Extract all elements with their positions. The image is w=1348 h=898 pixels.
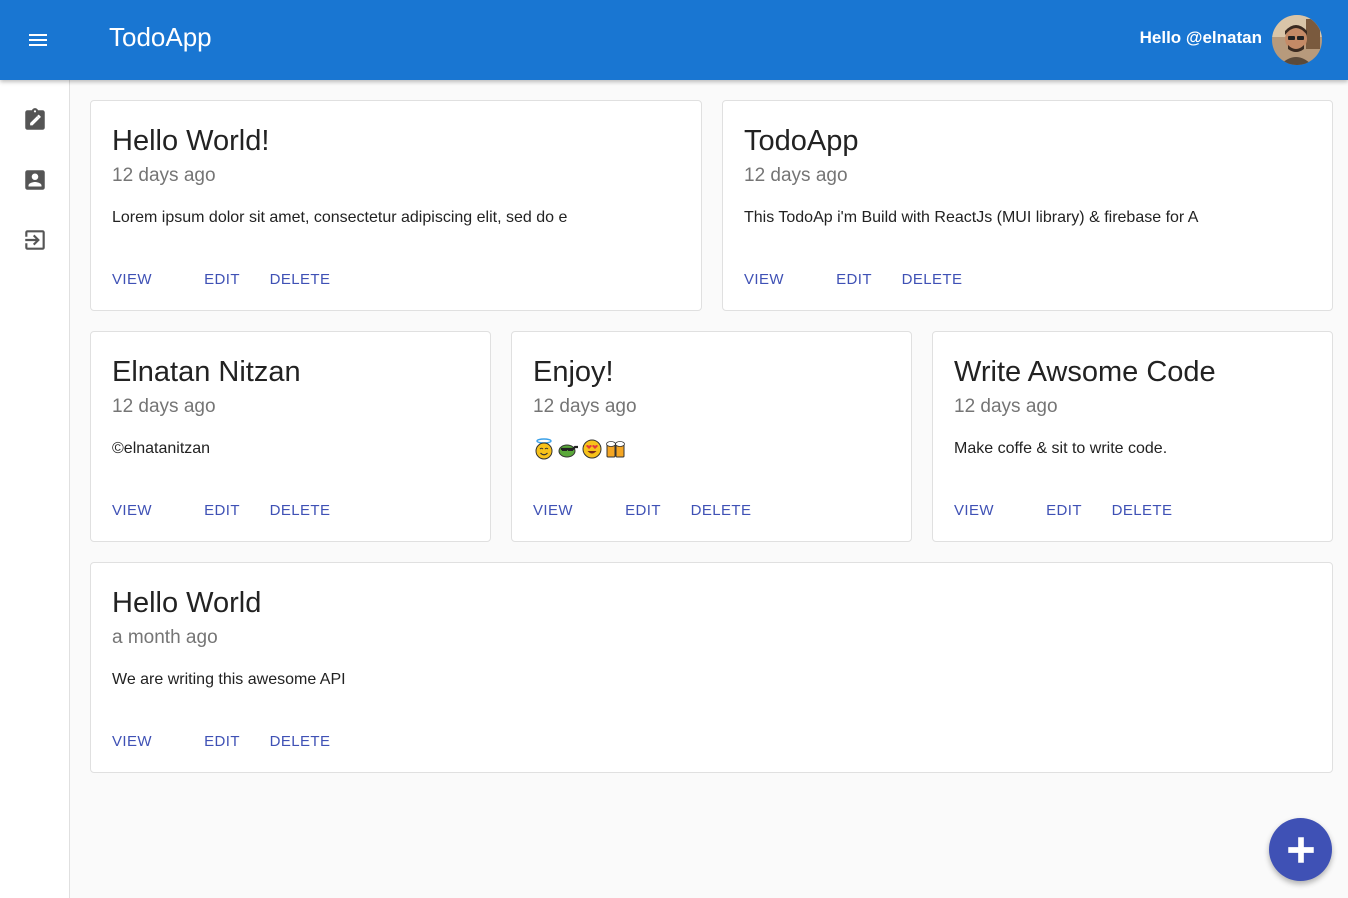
todo-body: ©elnatanitzan [112,440,211,457]
delete-button[interactable]: DELETE [897,267,967,292]
smiling-face-with-halo-icon [535,438,553,460]
todo-date: a month ago [112,627,218,648]
beer-mugs-icon [606,441,625,458]
view-button[interactable]: VIEW [947,498,1001,523]
view-button[interactable]: VIEW [105,498,159,523]
todo-actions: VIEW EDIT DELETE [105,729,335,754]
view-button[interactable]: VIEW [526,498,580,523]
todo-date: 12 days ago [112,396,216,417]
sidebar-item-todos[interactable] [0,90,69,150]
delete-button[interactable]: DELETE [265,498,335,523]
todo-body: This TodoAp i'm Build with ReactJs (MUI … [744,209,1199,226]
delete-button[interactable]: DELETE [265,267,335,292]
todo-card: Write Awsome Code 12 days ago Make coffe… [932,331,1333,542]
todo-title: Hello World [112,587,262,619]
assignment-edit-icon [24,108,45,130]
todo-title: TodoApp [744,125,859,157]
edit-button[interactable]: EDIT [616,498,670,523]
sidebar-item-logout[interactable] [0,210,69,270]
todo-actions: VIEW EDIT DELETE [526,498,756,523]
edit-button[interactable]: EDIT [1037,498,1091,523]
logout-icon [24,230,45,250]
edit-button[interactable]: EDIT [195,729,249,754]
side-drawer [0,80,70,898]
todo-body: We are writing this awesome API [112,671,346,688]
todo-actions: VIEW EDIT DELETE [947,498,1177,523]
delete-button[interactable]: DELETE [265,729,335,754]
view-button[interactable]: VIEW [105,729,159,754]
app-bar: TodoApp Hello @elnatan [0,0,1348,80]
todo-title: Write Awsome Code [954,356,1216,388]
app-title: TodoApp [109,22,212,52]
delete-button[interactable]: DELETE [686,498,756,523]
view-button[interactable]: VIEW [737,267,791,292]
todo-date: 12 days ago [744,165,848,186]
todo-date: 12 days ago [954,396,1058,417]
user-avatar-icon [1272,15,1322,65]
todo-actions: VIEW EDIT DELETE [105,267,335,292]
todo-title: Hello World! [112,125,270,157]
todo-date: 12 days ago [112,165,216,186]
todo-actions: VIEW EDIT DELETE [105,498,335,523]
todo-card: TodoApp 12 days ago This TodoAp i'm Buil… [722,100,1333,311]
todo-card: Elnatan Nitzan 12 days ago ©elnatanitzan… [90,331,491,542]
edit-button[interactable]: EDIT [827,267,881,292]
edit-button[interactable]: EDIT [195,498,249,523]
todo-emoji-row [533,438,890,460]
menu-icon [29,34,47,46]
add-todo-button[interactable] [1269,818,1332,881]
edit-button[interactable]: EDIT [195,267,249,292]
todo-body: Lorem ipsum dolor sit amet, consectetur … [112,209,568,226]
add-icon [1287,836,1314,863]
account-box-icon [24,170,45,190]
todo-body: Make coffe & sit to write code. [954,440,1168,457]
todo-actions: VIEW EDIT DELETE [737,267,967,292]
todo-title: Enjoy! [533,356,614,388]
delete-button[interactable]: DELETE [1107,498,1177,523]
user-greeting: Hello @elnatan [1139,28,1262,47]
todo-card: Hello World a month ago We are writing t… [90,562,1333,773]
avatar[interactable] [1272,15,1322,65]
view-button[interactable]: VIEW [105,267,159,292]
todo-date: 12 days ago [533,396,637,417]
todo-card: Hello World! 12 days ago Lorem ipsum dol… [90,100,702,311]
sidebar-item-account[interactable] [0,150,69,210]
todo-card: Enjoy! 12 days ago VIEW EDIT DELETE [511,331,912,542]
turtle-sunglasses-icon [558,444,578,458]
heart-eyes-face-icon [582,439,602,459]
todo-title: Elnatan Nitzan [112,356,301,388]
menu-button[interactable] [16,18,60,62]
